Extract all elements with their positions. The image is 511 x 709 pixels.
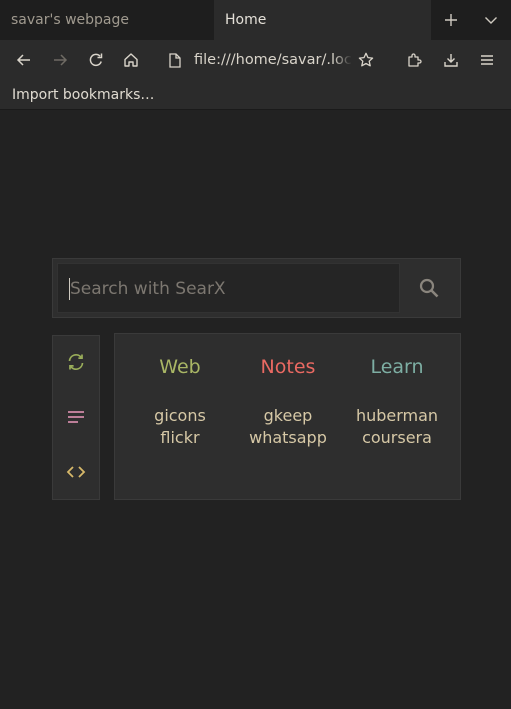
star-icon[interactable] [358,52,374,68]
search-button[interactable] [400,263,457,313]
url-text[interactable]: file:///home/savar/.local/ [194,44,352,76]
home-button[interactable] [115,44,147,76]
forward-button[interactable] [44,44,76,76]
extensions-button[interactable] [399,44,431,76]
arrow-right-icon [54,54,68,66]
tab-title: savar's webpage [11,12,130,28]
link-huberman[interactable]: huberman [343,405,451,427]
side-button-panel [52,335,100,500]
navigation-toolbar: file:///home/savar/.local/ [0,40,511,80]
reload-button[interactable] [80,44,112,76]
link-gicons[interactable]: gicons [126,405,234,427]
search-form: Search with SearX [52,258,461,318]
import-bookmarks-link[interactable]: Import bookmarks… [12,80,154,110]
search-icon [419,278,438,298]
home-icon [124,53,138,67]
notes-list-button[interactable] [53,397,99,437]
arrow-left-icon [16,54,30,66]
links-panel: Web gicons flickr Notes gkeep whatsapp L… [114,333,461,500]
list-all-tabs-button[interactable] [471,0,511,40]
tab-title: Home [225,12,267,28]
link-whatsapp[interactable]: whatsapp [234,427,342,449]
new-tab-button[interactable] [431,0,471,40]
column-title-notes: Notes [260,356,316,378]
code-icon [66,466,86,478]
back-button[interactable] [8,44,40,76]
tab-home[interactable]: Home [214,0,431,40]
page-content: Search with SearX Web gicons flickr Note… [0,111,511,709]
link-gkeep[interactable]: gkeep [234,405,342,427]
column-title-web: Web [159,356,201,378]
reload-icon [89,53,103,67]
lines-icon [68,411,84,423]
tab-strip: savar's webpage Home [0,0,511,40]
url-bar[interactable]: file:///home/savar/.local/ [158,44,388,76]
code-button[interactable] [53,452,99,492]
menu-button[interactable] [471,44,503,76]
search-input[interactable]: Search with SearX [57,263,400,313]
link-coursera[interactable]: coursera [343,427,451,449]
bookmarks-toolbar: Import bookmarks… [0,80,511,110]
refresh-icon [68,353,84,371]
puzzle-icon [408,53,422,67]
downloads-button[interactable] [435,44,467,76]
link-flickr[interactable]: flickr [126,427,234,449]
chevron-down-icon [485,17,497,24]
download-icon [444,54,458,67]
tab-savars-webpage[interactable]: savar's webpage [0,0,214,40]
search-placeholder: Search with SearX [70,279,226,299]
page-icon [169,53,181,68]
refresh-button[interactable] [53,342,99,382]
plus-icon [445,14,457,26]
column-title-learn: Learn [370,356,424,378]
hamburger-icon [481,55,493,65]
